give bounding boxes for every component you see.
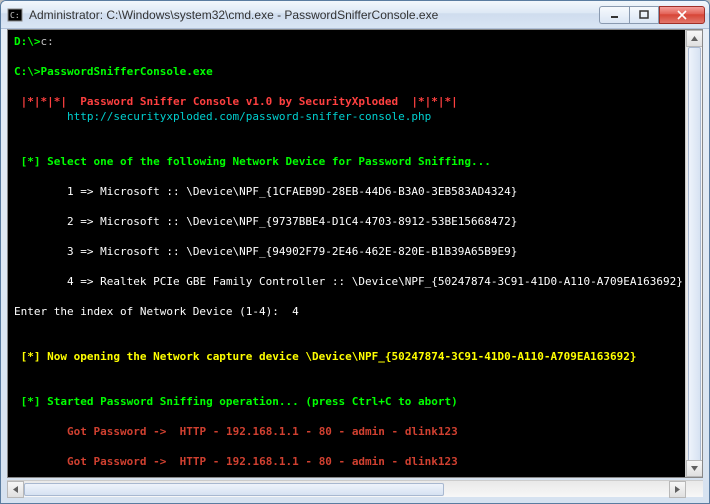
scroll-down-button[interactable] xyxy=(686,460,703,477)
blank-line xyxy=(14,440,21,453)
window-controls xyxy=(599,6,705,24)
device-option: 2 => Microsoft :: \Device\NPF_{9737BBE4-… xyxy=(67,215,517,228)
started-sniffing-line: Started Password Sniffing operation... (… xyxy=(47,395,458,408)
terminal-output[interactable]: D:\>c: C:\>PasswordSnifferConsole.exe |*… xyxy=(8,30,685,477)
prompt: C:\> xyxy=(14,65,41,78)
blank-line xyxy=(14,470,21,478)
input-value: 4 xyxy=(292,305,299,318)
command-text: PasswordSnifferConsole.exe xyxy=(41,65,213,78)
blank-line xyxy=(14,50,21,63)
blank-line xyxy=(14,335,21,348)
console-client-area: D:\>c: C:\>PasswordSnifferConsole.exe |*… xyxy=(7,29,703,478)
blank-line xyxy=(14,410,21,423)
window-title: Administrator: C:\Windows\system32\cmd.e… xyxy=(29,8,599,22)
banner-stars: |*|*|*| xyxy=(411,95,457,108)
minimize-button[interactable] xyxy=(599,6,629,24)
command-text: c: xyxy=(41,35,54,48)
blank-line xyxy=(14,140,21,153)
capture-line: Got Password -> HTTP - 192.168.1.1 - 80 … xyxy=(67,455,458,468)
scroll-right-button[interactable] xyxy=(669,481,686,498)
opening-device-line: Now opening the Network capture device \… xyxy=(47,350,636,363)
device-option: 3 => Microsoft :: \Device\NPF_{94902F79-… xyxy=(67,245,517,258)
horizontal-scrollbar[interactable] xyxy=(7,480,703,497)
cmd-icon: C: xyxy=(7,7,23,23)
banner-stars: |*|*|*| xyxy=(21,95,67,108)
input-prompt: Enter the index of Network Device (1-4): xyxy=(14,305,292,318)
blank-line xyxy=(14,320,21,333)
blank-line xyxy=(14,365,21,378)
resize-grip[interactable] xyxy=(686,481,703,498)
blank-line xyxy=(14,80,21,93)
titlebar[interactable]: C: Administrator: C:\Windows\system32\cm… xyxy=(1,1,709,29)
maximize-button[interactable] xyxy=(629,6,659,24)
scroll-up-button[interactable] xyxy=(686,30,703,47)
vertical-scrollbar[interactable] xyxy=(685,30,702,477)
blank-line xyxy=(14,170,21,183)
scroll-left-button[interactable] xyxy=(7,481,24,498)
section-marker: [*] xyxy=(21,350,48,363)
section-marker: [*] xyxy=(21,395,48,408)
blank-line xyxy=(14,380,21,393)
banner-text: Password Sniffer Console v1.0 by Securit… xyxy=(67,95,411,108)
banner-url: http://securityxploded.com/password-snif… xyxy=(67,110,431,123)
capture-line: Got Password -> HTTP - 192.168.1.1 - 80 … xyxy=(67,425,458,438)
device-option: 1 => Microsoft :: \Device\NPF_{1CFAEB9D-… xyxy=(67,185,517,198)
device-option: 4 => Realtek PCIe GBE Family Controller … xyxy=(67,275,683,288)
blank-line xyxy=(14,290,21,303)
scroll-thumb[interactable] xyxy=(24,483,444,496)
blank-line xyxy=(14,200,21,213)
select-device-heading: Select one of the following Network Devi… xyxy=(47,155,491,168)
prompt: D:\> xyxy=(14,35,41,48)
blank-line xyxy=(14,125,21,138)
section-marker: [*] xyxy=(21,155,48,168)
blank-line xyxy=(14,230,21,243)
scroll-thumb[interactable] xyxy=(688,47,701,477)
blank-line xyxy=(14,260,21,273)
svg-text:C:: C: xyxy=(10,11,20,20)
console-window: C: Administrator: C:\Windows\system32\cm… xyxy=(0,0,710,504)
close-button[interactable] xyxy=(659,6,705,24)
